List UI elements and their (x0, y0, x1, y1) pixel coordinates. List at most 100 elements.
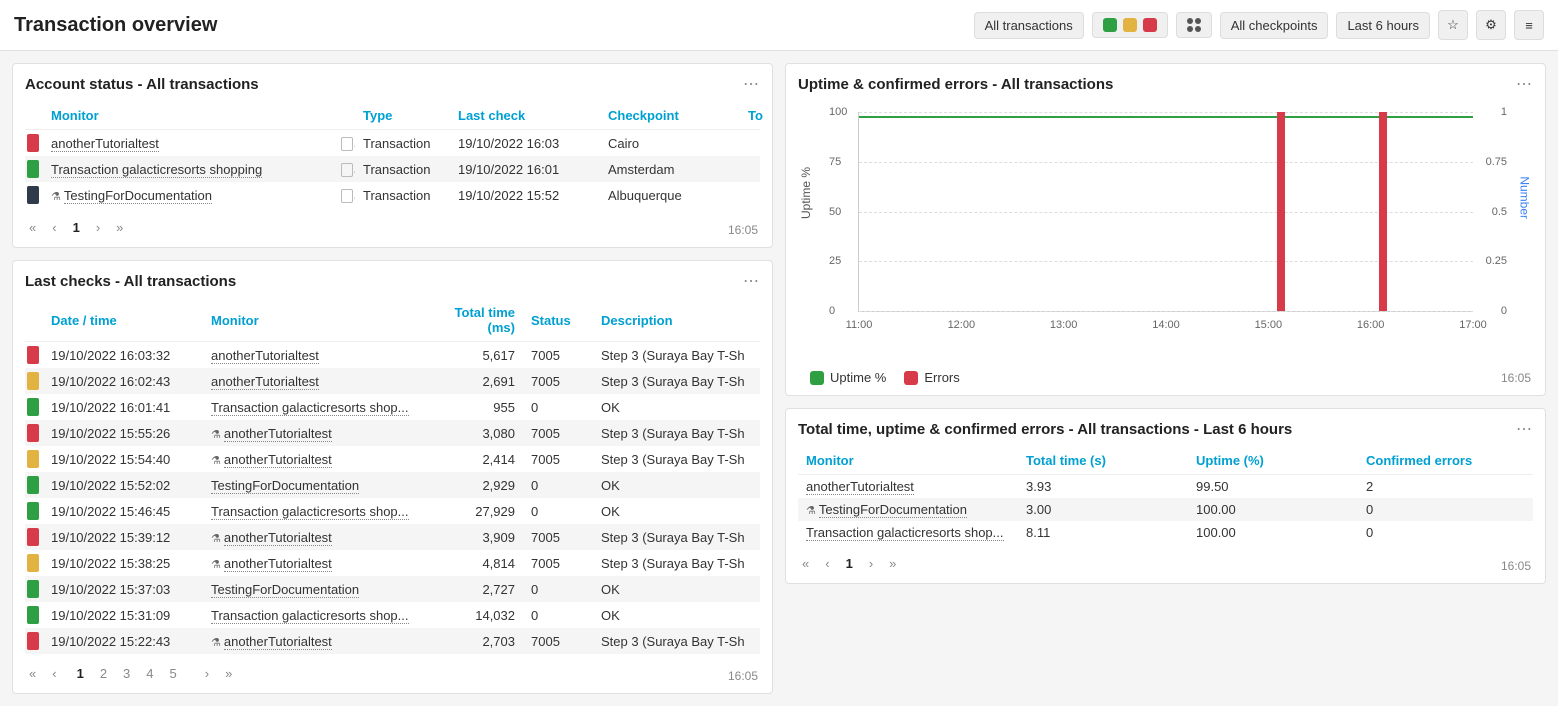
pager-page[interactable]: 2 (96, 664, 111, 683)
panel-menu-icon[interactable]: ⋯ (743, 271, 760, 291)
col-errors[interactable]: Confirmed errors (1358, 447, 1533, 475)
pager-page[interactable]: 5 (166, 664, 181, 683)
flask-icon: ⚗ (211, 429, 221, 441)
document-icon (341, 189, 353, 203)
pager-first[interactable]: « (25, 218, 40, 237)
pager-page[interactable]: 1 (69, 218, 84, 237)
col-monitor[interactable]: Monitor (43, 102, 333, 130)
table-row[interactable]: 19/10/2022 15:54:40 ⚗anotherTutorialtest… (25, 446, 760, 472)
cell-uptime: 100.00 (1188, 498, 1358, 521)
table-row[interactable]: 19/10/2022 15:39:12 ⚗anotherTutorialtest… (25, 524, 760, 550)
pager-next[interactable]: › (201, 664, 213, 683)
table-row[interactable]: 19/10/2022 15:31:09 Transaction galactic… (25, 602, 760, 628)
cell-datetime: 19/10/2022 15:54:40 (43, 446, 203, 472)
panel-menu-icon[interactable]: ⋯ (743, 74, 760, 94)
table-row[interactable]: anotherTutorialtest 3.93 99.50 2 (798, 475, 1533, 499)
status-indicator (27, 580, 39, 598)
table-row[interactable]: Transaction galacticresorts shop... 8.11… (798, 521, 1533, 544)
cell-doc[interactable] (333, 130, 355, 157)
cell-doc[interactable] (333, 182, 355, 208)
col-to[interactable]: To (740, 102, 760, 130)
table-row[interactable]: 19/10/2022 15:37:03 TestingForDocumentat… (25, 576, 760, 602)
cell-description: Step 3 (Suraya Bay T-Sh (593, 368, 760, 394)
pager-next[interactable]: › (865, 554, 877, 573)
document-icon (341, 163, 353, 177)
table-row[interactable]: 19/10/2022 16:01:41 Transaction galactic… (25, 394, 760, 420)
settings-button[interactable]: ⚙ (1476, 10, 1506, 40)
pager-first[interactable]: « (25, 664, 40, 683)
table-row[interactable]: 19/10/2022 16:02:43 anotherTutorialtest … (25, 368, 760, 394)
table-row[interactable]: 19/10/2022 15:55:26 ⚗anotherTutorialtest… (25, 420, 760, 446)
col-datetime[interactable]: Date / time (43, 299, 203, 342)
cell-totaltime: 2,727 (423, 576, 523, 602)
pager-page[interactable]: 3 (119, 664, 134, 683)
cell-doc[interactable] (333, 156, 355, 182)
cell-description: Step 3 (Suraya Bay T-Sh (593, 420, 760, 446)
table-row[interactable]: 19/10/2022 15:22:43 ⚗anotherTutorialtest… (25, 628, 760, 654)
col-monitor[interactable]: Monitor (203, 299, 423, 342)
col-status[interactable]: Status (523, 299, 593, 342)
table-row[interactable]: anotherTutorialtest Transaction 19/10/20… (25, 130, 760, 157)
panel-timestamp: 16:05 (1501, 559, 1531, 573)
tick-right: 1 (1501, 106, 1507, 118)
table-row[interactable]: 19/10/2022 15:38:25 ⚗anotherTutorialtest… (25, 550, 760, 576)
status-yellow-icon (1123, 18, 1137, 32)
pager-prev[interactable]: ‹ (48, 218, 60, 237)
cell-monitor: Transaction galacticresorts shop... (203, 602, 423, 628)
pager-next[interactable]: › (92, 218, 104, 237)
cell-monitor: Transaction galacticresorts shopping (43, 156, 333, 182)
cell-errors: 2 (1358, 475, 1533, 499)
pager-page[interactable]: 4 (142, 664, 157, 683)
status-indicator (27, 346, 39, 364)
panel-title: Uptime & confirmed errors - All transact… (798, 76, 1516, 93)
col-checkpoint[interactable]: Checkpoint (600, 102, 740, 130)
pager-last[interactable]: » (221, 664, 236, 683)
filter-status-colors[interactable] (1092, 12, 1168, 38)
cell-totaltime: 14,032 (423, 602, 523, 628)
table-row[interactable]: 19/10/2022 15:46:45 Transaction galactic… (25, 498, 760, 524)
col-lastcheck[interactable]: Last check (450, 102, 600, 130)
cell-totaltime: 27,929 (423, 498, 523, 524)
table-row[interactable]: ⚗TestingForDocumentation 3.00 100.00 0 (798, 498, 1533, 521)
cell-checkpoint: Cairo (600, 130, 740, 157)
menu-button[interactable]: ≡ (1514, 10, 1544, 40)
cell-status: 7005 (523, 342, 593, 369)
pager-page[interactable]: 1 (73, 664, 88, 683)
pager-page[interactable]: 1 (842, 554, 857, 573)
col-uptime[interactable]: Uptime (%) (1188, 447, 1358, 475)
pager-last[interactable]: » (885, 554, 900, 573)
col-monitor[interactable]: Monitor (798, 447, 1018, 475)
col-totaltime[interactable]: Total time (s) (1018, 447, 1188, 475)
cell-totaltime: 3.93 (1018, 475, 1188, 499)
filter-transactions[interactable]: All transactions (974, 12, 1084, 39)
tick-bottom: 11:00 (846, 319, 873, 331)
legend-red-icon (904, 371, 918, 385)
table-row[interactable]: 19/10/2022 16:03:32 anotherTutorialtest … (25, 342, 760, 369)
pager-last[interactable]: » (112, 218, 127, 237)
tick-bottom: 12:00 (948, 319, 976, 331)
panel-menu-icon[interactable]: ⋯ (1516, 74, 1533, 94)
flask-icon: ⚗ (806, 505, 816, 517)
cell-uptime: 99.50 (1188, 475, 1358, 499)
topbar: Transaction overview All transactions Al… (0, 0, 1558, 51)
gear-icon: ⚙ (1485, 17, 1497, 33)
cell-totaltime: 5,617 (423, 342, 523, 369)
col-description[interactable]: Description (593, 299, 760, 342)
totals-table: Monitor Total time (s) Uptime (%) Confir… (798, 447, 1533, 544)
table-row[interactable]: ⚗TestingForDocumentation Transaction 19/… (25, 182, 760, 208)
panel-menu-icon[interactable]: ⋯ (1516, 419, 1533, 439)
pager-first[interactable]: « (798, 554, 813, 573)
cell-description: Step 3 (Suraya Bay T-Sh (593, 446, 760, 472)
cell-datetime: 19/10/2022 15:39:12 (43, 524, 203, 550)
tick-bottom: 14:00 (1152, 319, 1180, 331)
pager-prev[interactable]: ‹ (48, 664, 60, 683)
table-row[interactable]: 19/10/2022 15:52:02 TestingForDocumentat… (25, 472, 760, 498)
filter-checkpoints[interactable]: All checkpoints (1220, 12, 1329, 39)
filter-time[interactable]: Last 6 hours (1336, 12, 1430, 39)
col-type[interactable]: Type (355, 102, 450, 130)
pager-prev[interactable]: ‹ (821, 554, 833, 573)
filter-grid[interactable] (1176, 12, 1212, 38)
col-totaltime[interactable]: Total time (ms) (423, 299, 523, 342)
star-button[interactable]: ☆ (1438, 10, 1468, 40)
table-row[interactable]: Transaction galacticresorts shopping Tra… (25, 156, 760, 182)
